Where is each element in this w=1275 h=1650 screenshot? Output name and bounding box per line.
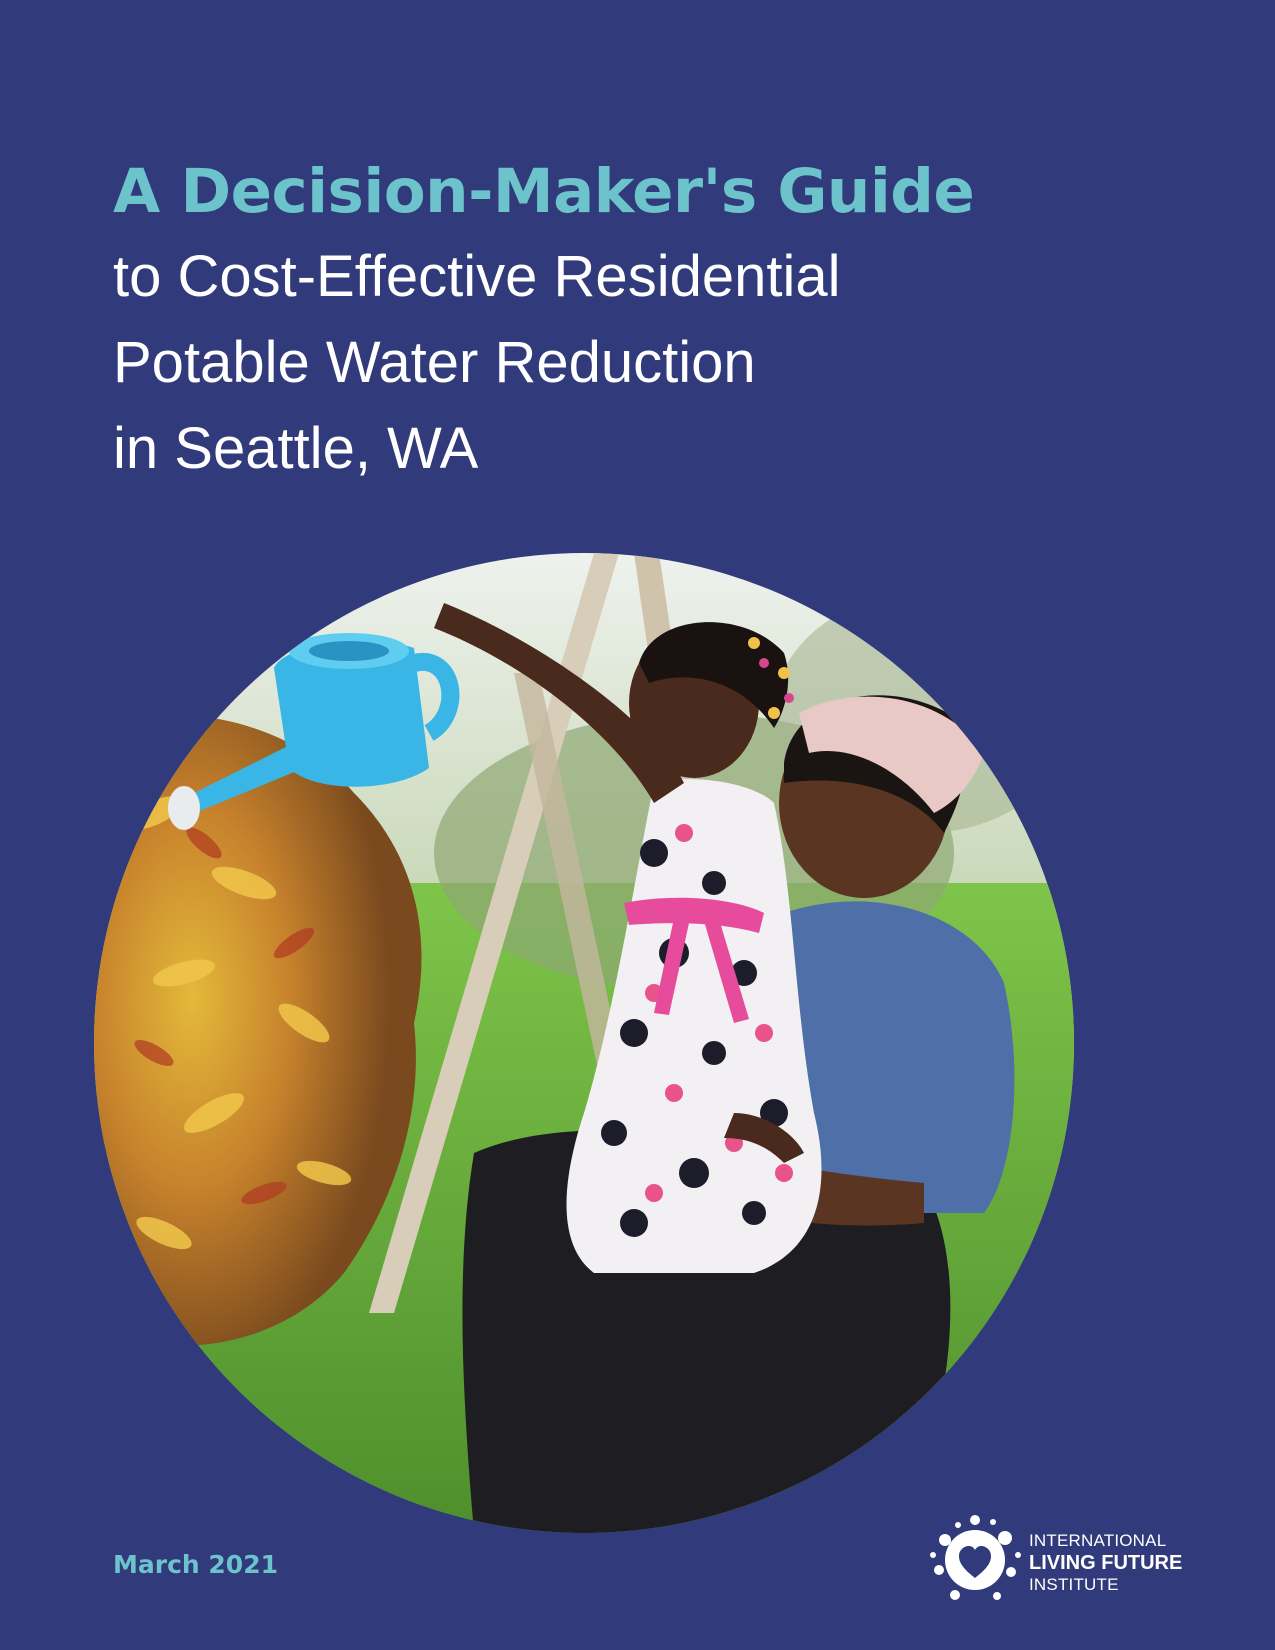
cover-photo xyxy=(94,553,1074,1533)
ilfi-logo: INTERNATIONAL LIVING FUTURE INSTITUTE xyxy=(925,1510,1225,1610)
logo-text: INTERNATIONAL LIVING FUTURE INSTITUTE xyxy=(1029,1530,1182,1596)
splash-heart-icon xyxy=(930,1515,1021,1600)
cover-date: March 2021 xyxy=(113,1550,278,1579)
cover-photo-illustration xyxy=(94,553,1074,1533)
logo-line-institute: INSTITUTE xyxy=(1029,1575,1119,1594)
cover-subtitle-line-3: in Seattle, WA xyxy=(113,416,479,481)
logo-line-living-future: LIVING FUTURE xyxy=(1029,1552,1183,1574)
cover-subtitle-line-1: to Cost-Effective Residential xyxy=(113,244,841,309)
cover-title-block: A Decision-Maker's Guide to Cost-Effecti… xyxy=(113,150,1213,492)
logo-line-international: INTERNATIONAL xyxy=(1029,1531,1167,1550)
cover-title: A Decision-Maker's Guide xyxy=(113,156,975,227)
cover-subtitle-line-2: Potable Water Reduction xyxy=(113,330,756,395)
